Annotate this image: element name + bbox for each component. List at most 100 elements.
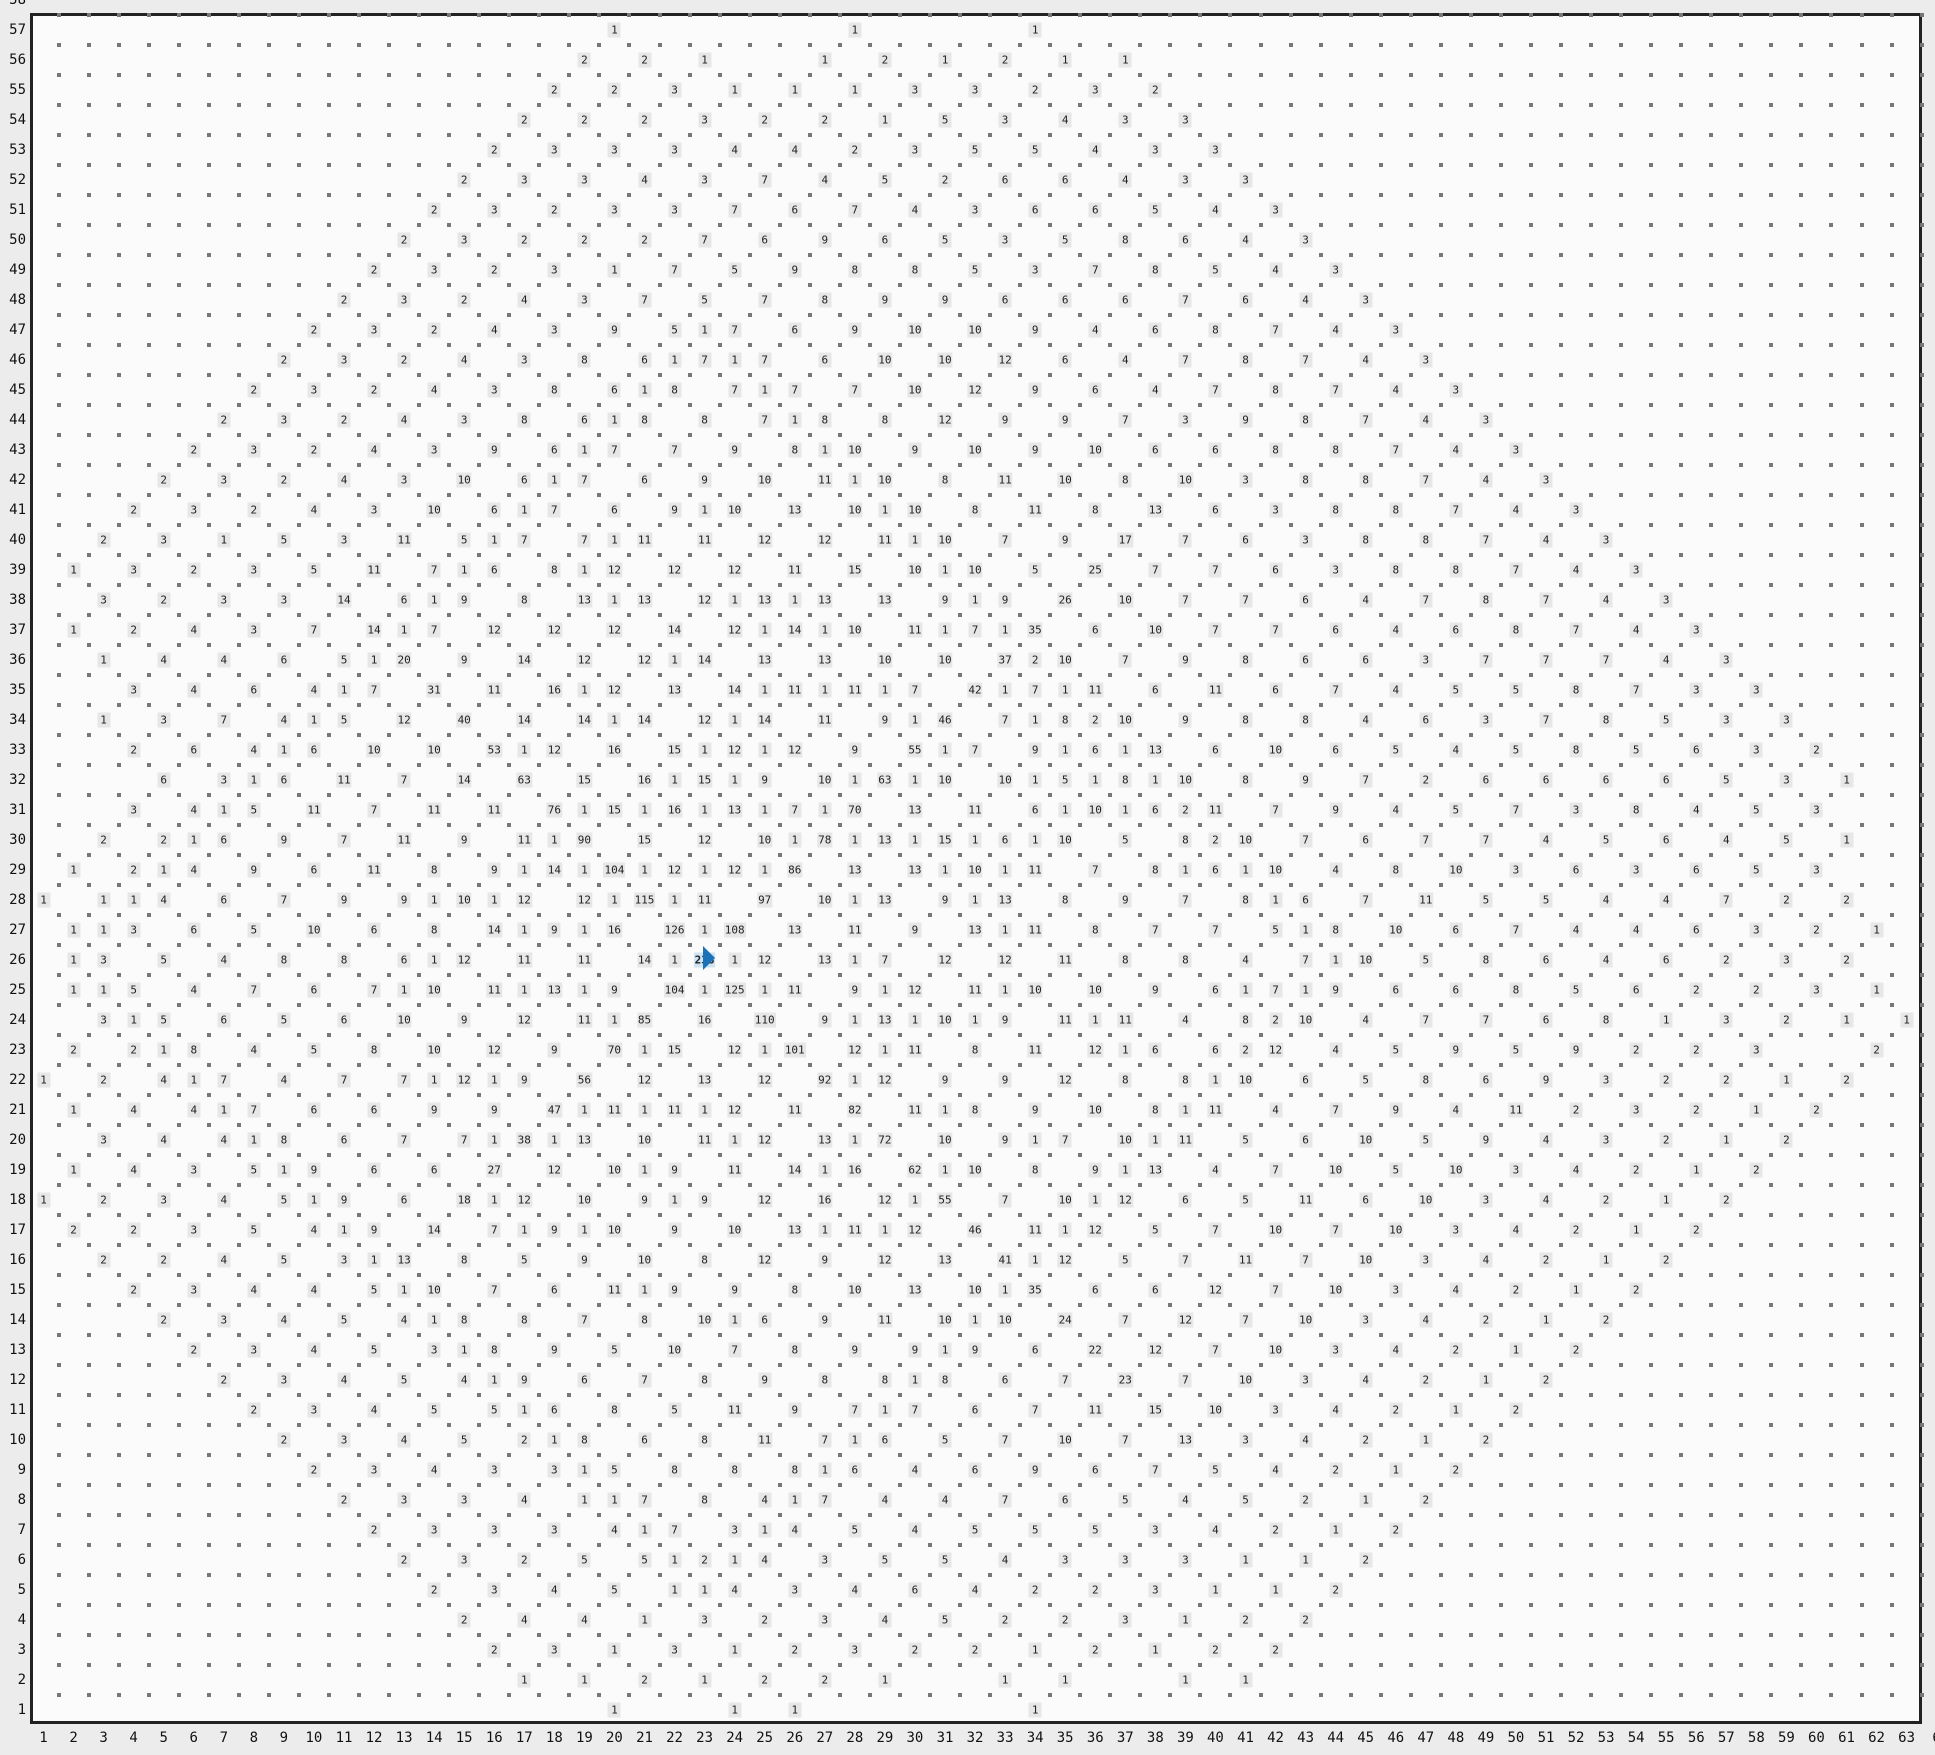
grid-cell[interactable]: 1 [577,442,591,458]
grid-cell[interactable]: 1 [998,922,1012,938]
grid-cell[interactable]: 13 [727,802,743,818]
grid-cell[interactable]: 2 [1779,1012,1793,1028]
grid-cell[interactable]: 41 [997,1252,1013,1268]
grid-cell[interactable]: 4 [157,892,171,908]
grid-cell[interactable]: 1 [848,472,862,488]
grid-cell[interactable]: 7 [1178,352,1192,368]
grid-cell[interactable]: 14 [636,952,653,968]
grid-cell[interactable]: 1 [607,892,621,908]
grid-cell[interactable]: 3 [1479,1192,1493,1208]
grid-cell[interactable]: 9 [517,1072,531,1088]
grid-cell[interactable]: 1 [848,952,862,968]
grid-cell[interactable]: 2 [1659,1132,1673,1148]
grid-cell[interactable]: 2 [1629,1282,1643,1298]
grid-cell[interactable]: 4 [1118,352,1132,368]
grid-cell[interactable]: 16 [696,1012,713,1028]
grid-cell[interactable]: 6 [427,1162,441,1178]
grid-cell[interactable]: 9 [758,772,772,788]
grid-cell[interactable]: 55 [907,742,923,758]
grid-cell[interactable]: 5 [1749,802,1763,818]
grid-cell[interactable]: 7 [397,1132,411,1148]
grid-cell[interactable]: 1 [818,52,832,68]
grid-cell[interactable]: 3 [187,1222,201,1238]
grid-cell[interactable]: 3 [968,82,982,98]
grid-cell[interactable]: 6 [217,892,231,908]
grid-cell[interactable]: 4 [1419,1312,1433,1328]
grid-cell[interactable]: 9 [1329,802,1343,818]
grid-cell[interactable]: 7 [1479,532,1493,548]
grid-cell[interactable]: 2 [1208,832,1222,848]
grid-cell[interactable]: 1 [698,802,712,818]
grid-cell[interactable]: 8 [1329,922,1343,938]
grid-cell[interactable]: 4 [998,1552,1012,1568]
grid-cell[interactable]: 3 [217,1312,231,1328]
grid-cell[interactable]: 8 [818,292,832,308]
grid-cell[interactable]: 8 [1239,352,1252,368]
grid-cell[interactable]: 1 [1479,1372,1493,1388]
grid-cell[interactable]: 15 [666,742,683,758]
grid-cell[interactable]: 1 [517,742,531,758]
grid-cell[interactable]: 1 [1028,712,1042,728]
grid-cell[interactable]: 4 [1389,682,1403,698]
grid-cell[interactable]: 10 [1388,922,1404,938]
grid-cell[interactable]: 1 [848,82,862,98]
grid-cell[interactable]: 11 [907,1042,923,1058]
grid-cell[interactable]: 8 [1239,1012,1252,1028]
grid-cell[interactable]: 9 [547,1342,561,1358]
grid-cell[interactable]: 3 [1389,1282,1403,1298]
grid-cell[interactable]: 13 [1147,1162,1163,1178]
grid-cell[interactable]: 12 [456,952,472,968]
grid-cell[interactable]: 16 [636,772,653,788]
grid-cell[interactable]: 10 [877,652,893,668]
grid-cell[interactable]: 9 [1028,382,1042,398]
grid-cell[interactable]: 3 [908,142,922,158]
grid-cell[interactable]: 10 [1117,592,1133,608]
grid-cell[interactable]: 1 [788,592,802,608]
grid-cell[interactable]: 7 [1118,412,1132,428]
grid-cell[interactable]: 4 [187,862,201,878]
grid-cell[interactable]: 11 [1057,952,1073,968]
grid-cell[interactable]: 7 [337,832,351,848]
grid-cell[interactable]: 8 [1088,502,1102,518]
game-board[interactable]: 1112211212112231113323222232215343323334… [30,13,1924,1724]
grid-cell[interactable]: 6 [1118,292,1132,308]
grid-cell[interactable]: 2 [1870,1042,1884,1058]
grid-cell[interactable]: 4 [1509,1222,1523,1238]
grid-cell[interactable]: 6 [1028,202,1042,218]
grid-cell[interactable]: 11 [426,802,442,818]
grid-cell[interactable]: 8 [547,382,561,398]
grid-cell[interactable]: 10 [967,1282,983,1298]
grid-cell[interactable]: 6 [818,352,832,368]
grid-cell[interactable]: 6 [547,1402,561,1418]
grid-cell[interactable]: 3 [427,1522,441,1538]
grid-cell[interactable]: 6 [1599,772,1613,788]
grid-cell[interactable]: 5 [1629,742,1643,758]
grid-cell[interactable]: 12 [546,1162,562,1178]
grid-cell[interactable]: 6 [1689,922,1703,938]
grid-cell[interactable]: 10 [907,502,923,518]
grid-cell[interactable]: 104 [663,982,686,998]
grid-cell[interactable]: 1 [908,1372,922,1388]
grid-cell[interactable]: 4 [127,1162,141,1178]
grid-cell[interactable]: 11 [1027,1042,1043,1058]
grid-cell[interactable]: 13 [666,682,683,698]
grid-cell[interactable]: 7 [998,532,1012,548]
grid-cell[interactable]: 3 [1419,352,1433,368]
grid-cell[interactable]: 5 [127,982,141,998]
grid-cell[interactable]: 8 [788,1462,802,1478]
grid-cell[interactable]: 7 [1299,352,1313,368]
grid-cell[interactable]: 3 [397,292,411,308]
grid-cell[interactable]: 9 [1088,1162,1102,1178]
grid-cell[interactable]: 1 [908,832,922,848]
grid-cell[interactable]: 3 [187,1282,201,1298]
grid-cell[interactable]: 7 [1389,442,1403,458]
grid-cell[interactable]: 5 [397,1372,411,1388]
grid-cell[interactable]: 5 [1509,742,1523,758]
grid-cell[interactable]: 17 [1117,532,1133,548]
grid-cell[interactable]: 1 [938,52,952,68]
grid-cell[interactable]: 1 [728,592,742,608]
grid-cell[interactable]: 11 [967,802,983,818]
grid-cell[interactable]: 1 [517,862,531,878]
grid-cell[interactable]: 9 [547,1222,561,1238]
grid-cell[interactable]: 5 [277,1012,291,1028]
